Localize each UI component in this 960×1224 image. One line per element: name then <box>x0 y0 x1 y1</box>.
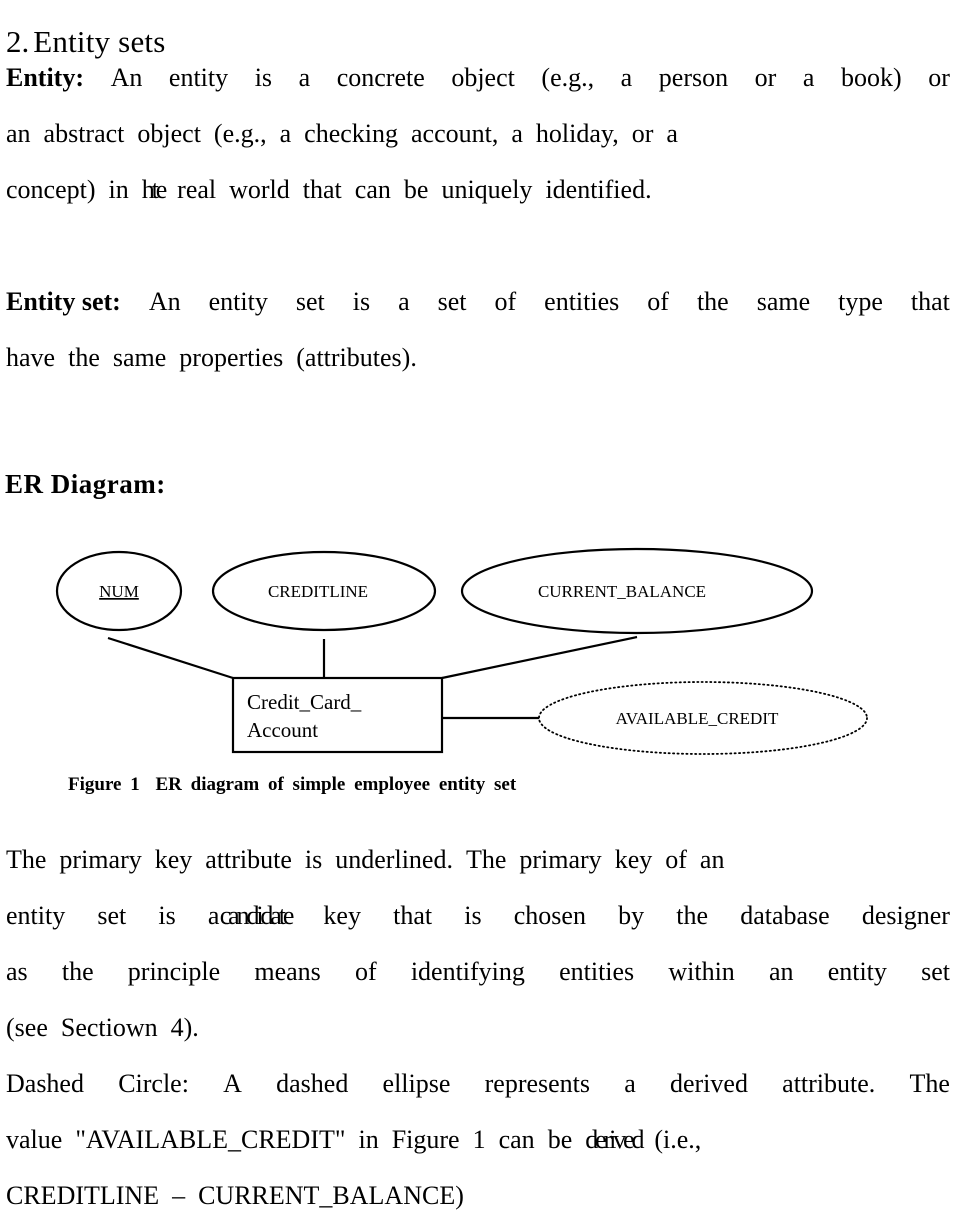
figure-caption-text: ER diagram of simple employee entity set <box>155 774 517 795</box>
paragraph-dashed-circle-line-1: Dashed Circle: A dashed ellipse represen… <box>6 1069 950 1098</box>
paragraph-entity-set-line-2: have the same properties (attributes). <box>6 343 417 372</box>
attribute-creditline: CREDITLINE <box>211 550 437 632</box>
paragraph-primary-key-line-3: as the principle means of identifying en… <box>6 957 950 986</box>
er-diagram-heading: ER Diagram: <box>5 469 166 500</box>
attribute-available-credit-label: AVAILABLE_CREDIT <box>616 709 779 728</box>
paragraph-primary-key: The primary key attribute is underlined.… <box>6 832 950 1056</box>
paragraph-entity-set: Entity set: An entity set is a set of en… <box>6 274 950 386</box>
ocr-artifact-a-candidate: a candidate <box>207 901 294 930</box>
paragraph-primary-key-line-2: entity set is a candidate key that is ch… <box>6 888 950 944</box>
paragraph-dashed-circle: Dashed Circle: A dashed ellipse represen… <box>6 1056 950 1224</box>
ocr-artifact-derived: derived <box>585 1125 644 1154</box>
entity-credit-card-account: Credit_Card_ Account <box>231 676 444 754</box>
paragraph-entity-set-line-1: Entity set: An entity set is a set of en… <box>6 287 950 316</box>
attribute-num: NUM <box>55 550 183 632</box>
attribute-current-balance: CURRENT_BALANCE <box>460 547 814 635</box>
figure-caption: Figure 1 ER diagram of simple employee e… <box>68 772 516 798</box>
document-page: 2. Entity sets Entity: An entity is a con… <box>0 0 960 1213</box>
paragraph-entity-line-3: concept) in hte real world that can be u… <box>6 162 950 218</box>
ocr-artifact-sectiown: Sectiown <box>60 1013 158 1042</box>
paragraph-dashed-circle-line-2: value "AVAILABLE_CREDIT" in Figure 1 can… <box>6 1112 950 1168</box>
attribute-current-balance-label: CURRENT_BALANCE <box>538 582 706 601</box>
attribute-available-credit: AVAILABLE_CREDIT <box>538 681 868 755</box>
paragraph-primary-key-line-1: The primary key attribute is underlined.… <box>6 845 725 874</box>
entity-set-term-label: Entity set: <box>6 287 121 316</box>
attribute-creditline-label: CREDITLINE <box>268 582 368 601</box>
er-diagram-figure: NUM CREDITLINE CURRENT_BALANCE Credit_Ca… <box>0 540 960 780</box>
figure-caption-label: Figure 1 <box>68 774 140 795</box>
attribute-num-label: NUM <box>99 582 139 601</box>
paragraph-dashed-circle-line-3: CREDITLINE – CURRENT_BALANCE) <box>6 1181 464 1210</box>
paragraph-entity-line-2: an abstract object (e.g., a checking acc… <box>6 119 678 148</box>
paragraph-entity: Entity: An entity is a concrete object (… <box>6 50 950 218</box>
paragraph-entity-line-1: Entity: An entity is a concrete object (… <box>6 63 950 92</box>
paragraph-primary-key-line-4: (see Sectiown 4). <box>6 1000 950 1056</box>
connector-current-balance-to-entity <box>441 635 638 680</box>
connector-num-to-entity <box>107 636 234 680</box>
entity-credit-card-account-label-line1: Credit_Card_ <box>247 690 362 714</box>
entity-term-label: Entity: <box>6 63 84 92</box>
entity-credit-card-account-label-line2: Account <box>247 718 318 742</box>
ocr-artifact-hte: hte <box>141 175 168 204</box>
